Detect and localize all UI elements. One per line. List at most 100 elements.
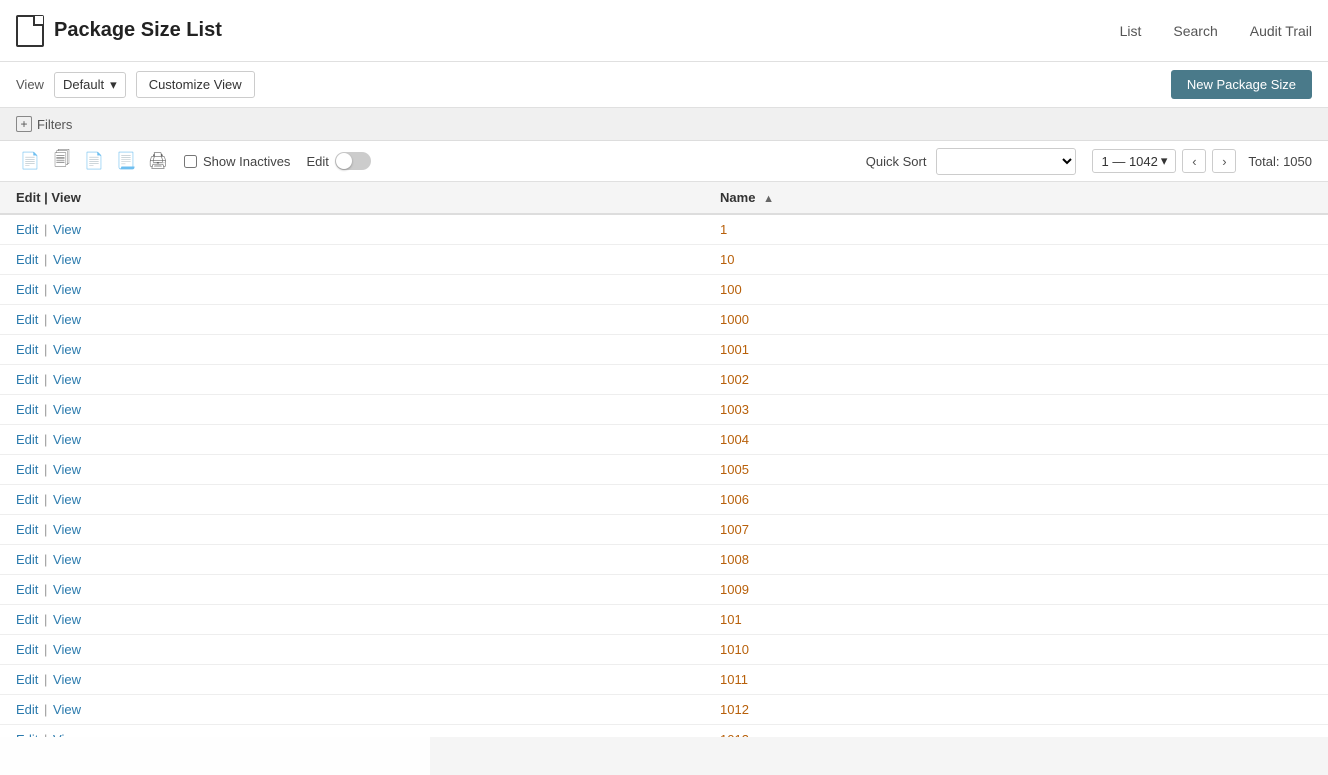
- table-row: Edit | View 1009: [0, 575, 1328, 605]
- print-icon[interactable]: 🖨: [144, 147, 172, 175]
- edit-link[interactable]: Edit: [16, 492, 38, 507]
- edit-link[interactable]: Edit: [16, 552, 38, 567]
- cell-name: 1004: [704, 425, 1328, 455]
- edit-view-links: Edit | View: [16, 222, 81, 237]
- cell-name: 1007: [704, 515, 1328, 545]
- cell-name: 1006: [704, 485, 1328, 515]
- nav-audit-trail[interactable]: Audit Trail: [1250, 23, 1312, 39]
- table-row: Edit | View101: [0, 605, 1328, 635]
- cell-name: 1: [704, 214, 1328, 245]
- new-package-size-button[interactable]: New Package Size: [1171, 70, 1312, 99]
- edit-link[interactable]: Edit: [16, 462, 38, 477]
- table-row: Edit | View 1006: [0, 485, 1328, 515]
- header-nav: List Search Audit Trail: [1120, 23, 1312, 39]
- separator: |: [40, 282, 51, 297]
- view-link[interactable]: View: [53, 372, 81, 387]
- quick-sort-select[interactable]: [936, 148, 1076, 175]
- edit-link[interactable]: Edit: [16, 672, 38, 687]
- view-link[interactable]: View: [53, 252, 81, 267]
- view-link[interactable]: View: [53, 612, 81, 627]
- cell-name: 1003: [704, 395, 1328, 425]
- col-name[interactable]: Name ▲: [704, 182, 1328, 214]
- nav-list[interactable]: List: [1120, 23, 1142, 39]
- view-link[interactable]: View: [53, 282, 81, 297]
- edit-view-links: Edit | View: [16, 672, 81, 687]
- cell-name: 1009: [704, 575, 1328, 605]
- table-row: Edit | View100: [0, 275, 1328, 305]
- view-link[interactable]: View: [53, 522, 81, 537]
- edit-view-links: Edit | View: [16, 522, 81, 537]
- edit-link[interactable]: Edit: [16, 582, 38, 597]
- view-link[interactable]: View: [53, 732, 81, 737]
- page-icon: [16, 15, 44, 47]
- edit-link[interactable]: Edit: [16, 372, 38, 387]
- view-link[interactable]: View: [53, 432, 81, 447]
- nav-search[interactable]: Search: [1173, 23, 1217, 39]
- table-row: Edit | View10: [0, 245, 1328, 275]
- duplicate-icon[interactable]: 🗐: [48, 147, 76, 175]
- cell-actions: Edit | View: [0, 245, 704, 275]
- edit-toggle-label: Edit: [306, 154, 328, 169]
- edit-link[interactable]: Edit: [16, 252, 38, 267]
- table-header-row: Edit | View Name ▲: [0, 182, 1328, 214]
- edit-link[interactable]: Edit: [16, 432, 38, 447]
- edit-link[interactable]: Edit: [16, 312, 38, 327]
- col-actions-label: Edit | View: [16, 190, 81, 205]
- edit-link[interactable]: Edit: [16, 222, 38, 237]
- table-row: Edit | View 1007: [0, 515, 1328, 545]
- view-link[interactable]: View: [53, 402, 81, 417]
- new-record-icon[interactable]: 📄: [16, 147, 44, 175]
- view-link[interactable]: View: [53, 492, 81, 507]
- edit-link[interactable]: Edit: [16, 612, 38, 627]
- view-link[interactable]: View: [53, 342, 81, 357]
- table-container: Edit | View Name ▲ Edit | View1Edit | Vi…: [0, 182, 1328, 737]
- package-size-table: Edit | View Name ▲ Edit | View1Edit | Vi…: [0, 182, 1328, 737]
- edit-link[interactable]: Edit: [16, 642, 38, 657]
- show-inactives-checkbox[interactable]: [184, 155, 197, 168]
- toggle-knob: [336, 153, 352, 169]
- export-icon[interactable]: 📄: [80, 147, 108, 175]
- edit-view-links: Edit | View: [16, 492, 81, 507]
- edit-view-links: Edit | View: [16, 582, 81, 597]
- view-select-value: Default: [63, 77, 104, 92]
- separator: |: [40, 552, 51, 567]
- view-link[interactable]: View: [53, 642, 81, 657]
- view-link[interactable]: View: [53, 312, 81, 327]
- filters-button[interactable]: + Filters: [16, 116, 72, 132]
- view-link[interactable]: View: [53, 222, 81, 237]
- edit-link[interactable]: Edit: [16, 342, 38, 357]
- view-select-chevron: ▾: [110, 77, 117, 93]
- pagination-next[interactable]: ›: [1212, 149, 1236, 173]
- cell-actions: Edit | View: [0, 545, 704, 575]
- view-select[interactable]: Default ▾: [54, 72, 126, 98]
- separator: |: [40, 522, 51, 537]
- col-name-sort-icon: ▲: [763, 193, 774, 205]
- table-row: Edit | View1013: [0, 725, 1328, 738]
- view-bar: View Default ▾ Customize View New Packag…: [0, 62, 1328, 108]
- edit-link[interactable]: Edit: [16, 282, 38, 297]
- edit-link[interactable]: Edit: [16, 402, 38, 417]
- customize-view-button[interactable]: Customize View: [136, 71, 255, 98]
- table-row: Edit | View1010: [0, 635, 1328, 665]
- edit-link[interactable]: Edit: [16, 732, 38, 737]
- view-link[interactable]: View: [53, 552, 81, 567]
- show-inactives-label[interactable]: Show Inactives: [203, 154, 290, 169]
- edit-link[interactable]: Edit: [16, 522, 38, 537]
- edit-toggle-switch[interactable]: [335, 152, 371, 170]
- col-name-label: Name: [720, 190, 755, 205]
- memo-icon[interactable]: 📃: [112, 147, 140, 175]
- pagination-range-chevron: ▾: [1161, 153, 1168, 169]
- filters-bar: + Filters: [0, 108, 1328, 141]
- pagination-range[interactable]: 1 — 1042 ▾: [1092, 149, 1176, 173]
- cell-name: 10: [704, 245, 1328, 275]
- cell-name: 1010: [704, 635, 1328, 665]
- view-link[interactable]: View: [53, 462, 81, 477]
- view-link[interactable]: View: [53, 672, 81, 687]
- edit-view-links: Edit | View: [16, 732, 81, 737]
- cell-actions: Edit | View: [0, 635, 704, 665]
- pagination-prev[interactable]: ‹: [1182, 149, 1206, 173]
- cell-actions: Edit | View: [0, 455, 704, 485]
- view-link[interactable]: View: [53, 702, 81, 717]
- edit-link[interactable]: Edit: [16, 702, 38, 717]
- view-link[interactable]: View: [53, 582, 81, 597]
